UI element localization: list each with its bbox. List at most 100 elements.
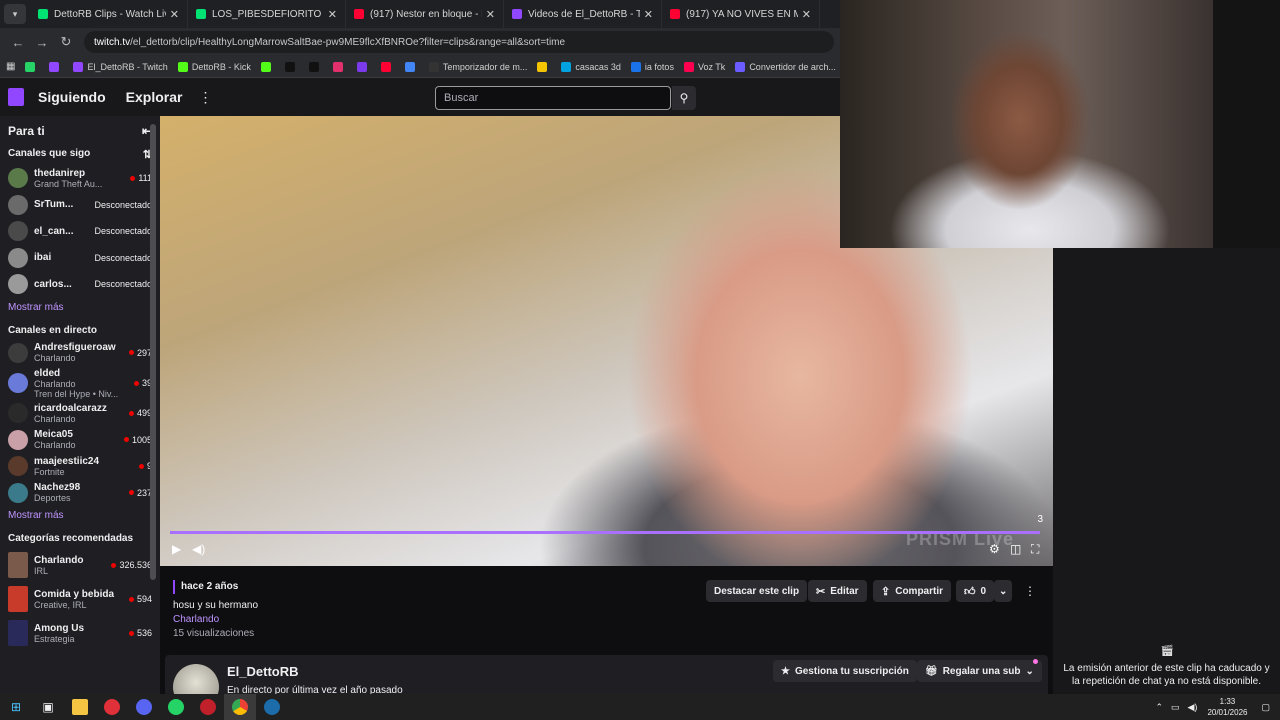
settings-gear-icon[interactable]: ⚙ [989, 542, 1000, 556]
browser-tab[interactable]: (917) YA NO VIVES EN MI - Adi ✕ [662, 0, 820, 28]
show-more-followed[interactable]: Mostrar más [0, 298, 160, 319]
bookmark-item[interactable]: El_DettoRB - Twitch [73, 61, 168, 72]
notification-dot [1033, 659, 1038, 664]
browser-tab[interactable]: Videos de El_DettoRB - Twitch ✕ [504, 0, 662, 28]
bookmark-item[interactable] [332, 61, 347, 72]
search-input[interactable]: Buscar [435, 86, 671, 110]
volume-icon[interactable]: ◀) [192, 542, 205, 556]
chevron-up-icon[interactable]: ⌃ [1155, 702, 1163, 713]
bookmark-item[interactable]: casacas 3d [561, 61, 621, 72]
task-view-icon[interactable]: ▣ [32, 694, 64, 720]
bookmark-item[interactable] [356, 61, 371, 72]
steam-icon[interactable] [256, 694, 288, 720]
viewer-count: 1005 [123, 435, 152, 445]
search-icon[interactable]: ⚲ [672, 86, 696, 110]
more-options-icon[interactable]: ⋮ [198, 89, 212, 106]
live-channel[interactable]: Andresfigueroaw Charlando 297 [0, 340, 160, 367]
dislike-dropdown[interactable]: ⌄ [994, 580, 1013, 602]
gift-sub-button[interactable]: 🎁︎ Regalar una sub ⌄ [917, 660, 1042, 682]
live-indicator-icon [128, 350, 134, 356]
bookmark-item[interactable] [284, 61, 299, 72]
forward-icon[interactable]: → [30, 31, 54, 53]
bookmark-item[interactable] [260, 61, 275, 72]
live-indicator-icon [123, 437, 129, 443]
close-tab-icon[interactable]: ✕ [170, 8, 179, 21]
live-channel[interactable]: Nachez98 Deportes 237 [0, 480, 160, 507]
live-channel[interactable]: Meica05 Charlando 1005 [0, 427, 160, 454]
bookmark-item[interactable]: Temporizador de m... [428, 61, 527, 72]
recommended-category[interactable]: Comida y bebida Creative, IRL 594 [0, 582, 160, 616]
bookmark-item[interactable]: Voz Tk [683, 61, 725, 72]
bookmark-item[interactable] [404, 61, 419, 72]
fullscreen-icon[interactable]: ⛶ [1031, 542, 1039, 557]
nav-following[interactable]: Siguiendo [38, 89, 106, 105]
sidebar-scrollbar[interactable] [150, 124, 156, 580]
followed-channel[interactable]: carlos... Desconectado [0, 271, 160, 298]
close-tab-icon[interactable]: ✕ [802, 8, 811, 21]
network-icon[interactable]: ▭ [1171, 702, 1180, 713]
bookmark-item[interactable]: DettoRB - Kick [177, 61, 251, 72]
live-channel[interactable]: ricardoalcarazz Charlando 499 [0, 400, 160, 427]
play-icon[interactable]: ▶ [172, 542, 181, 556]
live-channel[interactable]: maajeestiic24Fortnite9 [0, 453, 160, 480]
start-icon[interactable]: ⊞ [0, 694, 32, 720]
volume-tray-icon[interactable]: ◀) [1188, 702, 1198, 713]
more-actions-icon[interactable]: ⋮ [1024, 584, 1036, 598]
discord-icon[interactable] [128, 694, 160, 720]
whatsapp-icon[interactable] [160, 694, 192, 720]
webcam-overlay [840, 0, 1213, 248]
twitch-logo-icon[interactable] [8, 88, 24, 106]
live-indicator-icon [128, 490, 134, 496]
close-tab-icon[interactable]: ✕ [644, 8, 653, 21]
followed-channel[interactable]: ibai Desconectado [0, 245, 160, 272]
bookmark-item[interactable] [25, 61, 39, 72]
viewer-count: 297 [128, 348, 152, 358]
bookmark-item[interactable] [380, 61, 395, 72]
browser-tab[interactable]: DettoRB Clips - Watch Live on ✕ [30, 0, 188, 28]
followed-channel[interactable]: SrTum... Desconectado [0, 192, 160, 219]
notifications-icon[interactable]: ▢ [1261, 702, 1270, 713]
file-explorer-icon[interactable] [64, 694, 96, 720]
bookmark-favicon-icon [404, 61, 415, 72]
channel-name[interactable]: El_DettoRB [227, 664, 299, 679]
browser-tab[interactable]: (917) Nestor en bloque - Dejen ✕ [346, 0, 504, 28]
bookmark-item[interactable]: Convertidor de arch... [735, 61, 836, 72]
recommended-category[interactable]: Among Us Estrategia 536 [0, 616, 160, 650]
obs-icon[interactable] [192, 694, 224, 720]
viewer-count: 111 [130, 173, 152, 183]
feature-clip-button[interactable]: Destacar este clip [706, 580, 808, 602]
show-more-live[interactable]: Mostrar más [0, 506, 160, 527]
app-icon-red[interactable] [96, 694, 128, 720]
url-field[interactable]: twitch.tv/el_dettorb/clip/HealthyLongMar… [84, 31, 834, 53]
reload-icon[interactable]: ↻ [54, 31, 78, 53]
nav-browse[interactable]: Explorar [126, 89, 183, 105]
avatar [8, 274, 28, 295]
clock[interactable]: 1:33 20/01/2026 [1207, 696, 1247, 718]
bookmark-favicon-icon [260, 61, 271, 72]
bookmark-item[interactable] [308, 61, 323, 72]
address-bar: ← → ↻ twitch.tv/el_dettorb/clip/HealthyL… [0, 28, 840, 56]
close-tab-icon[interactable]: ✕ [486, 8, 495, 21]
like-button[interactable]: 👍︎ 0 [956, 580, 995, 602]
followed-channel[interactable]: el_can... Desconectado [0, 218, 160, 245]
recommended-category[interactable]: Charlando IRL 326.536 [0, 548, 160, 582]
close-tab-icon[interactable]: ✕ [328, 8, 337, 21]
tab-favicon-icon [196, 9, 206, 19]
bookmark-item[interactable] [537, 61, 551, 72]
edit-button[interactable]: ✂ Editar [808, 580, 867, 602]
live-channel[interactable]: elded Charlando Tren del Hype • Niv... 39 [0, 366, 160, 400]
followed-channel[interactable]: thedanirep Grand Theft Au... 111 [0, 165, 160, 192]
back-icon[interactable]: ← [6, 31, 30, 53]
bookmark-item[interactable] [49, 61, 63, 72]
apps-icon[interactable]: ▦ [6, 61, 15, 72]
manage-subscription-button[interactable]: ★ Gestiona tu suscripción [773, 660, 917, 682]
bookmark-item[interactable]: ia fotos [630, 61, 674, 72]
theatre-mode-icon[interactable]: ◫ [1010, 542, 1021, 556]
share-button[interactable]: ⇪ Compartir [873, 580, 952, 602]
channel-text: Comida y bebida Creative, IRL [34, 589, 129, 610]
clip-category-link[interactable]: Charlando [173, 614, 219, 625]
tab-search-icon[interactable]: ▾ [4, 4, 26, 24]
chrome-icon[interactable] [224, 694, 256, 720]
video-progress-bar[interactable] [170, 531, 1040, 534]
browser-tab[interactable]: LOS_PIBESDEFIORITO Stream - ✕ [188, 0, 346, 28]
